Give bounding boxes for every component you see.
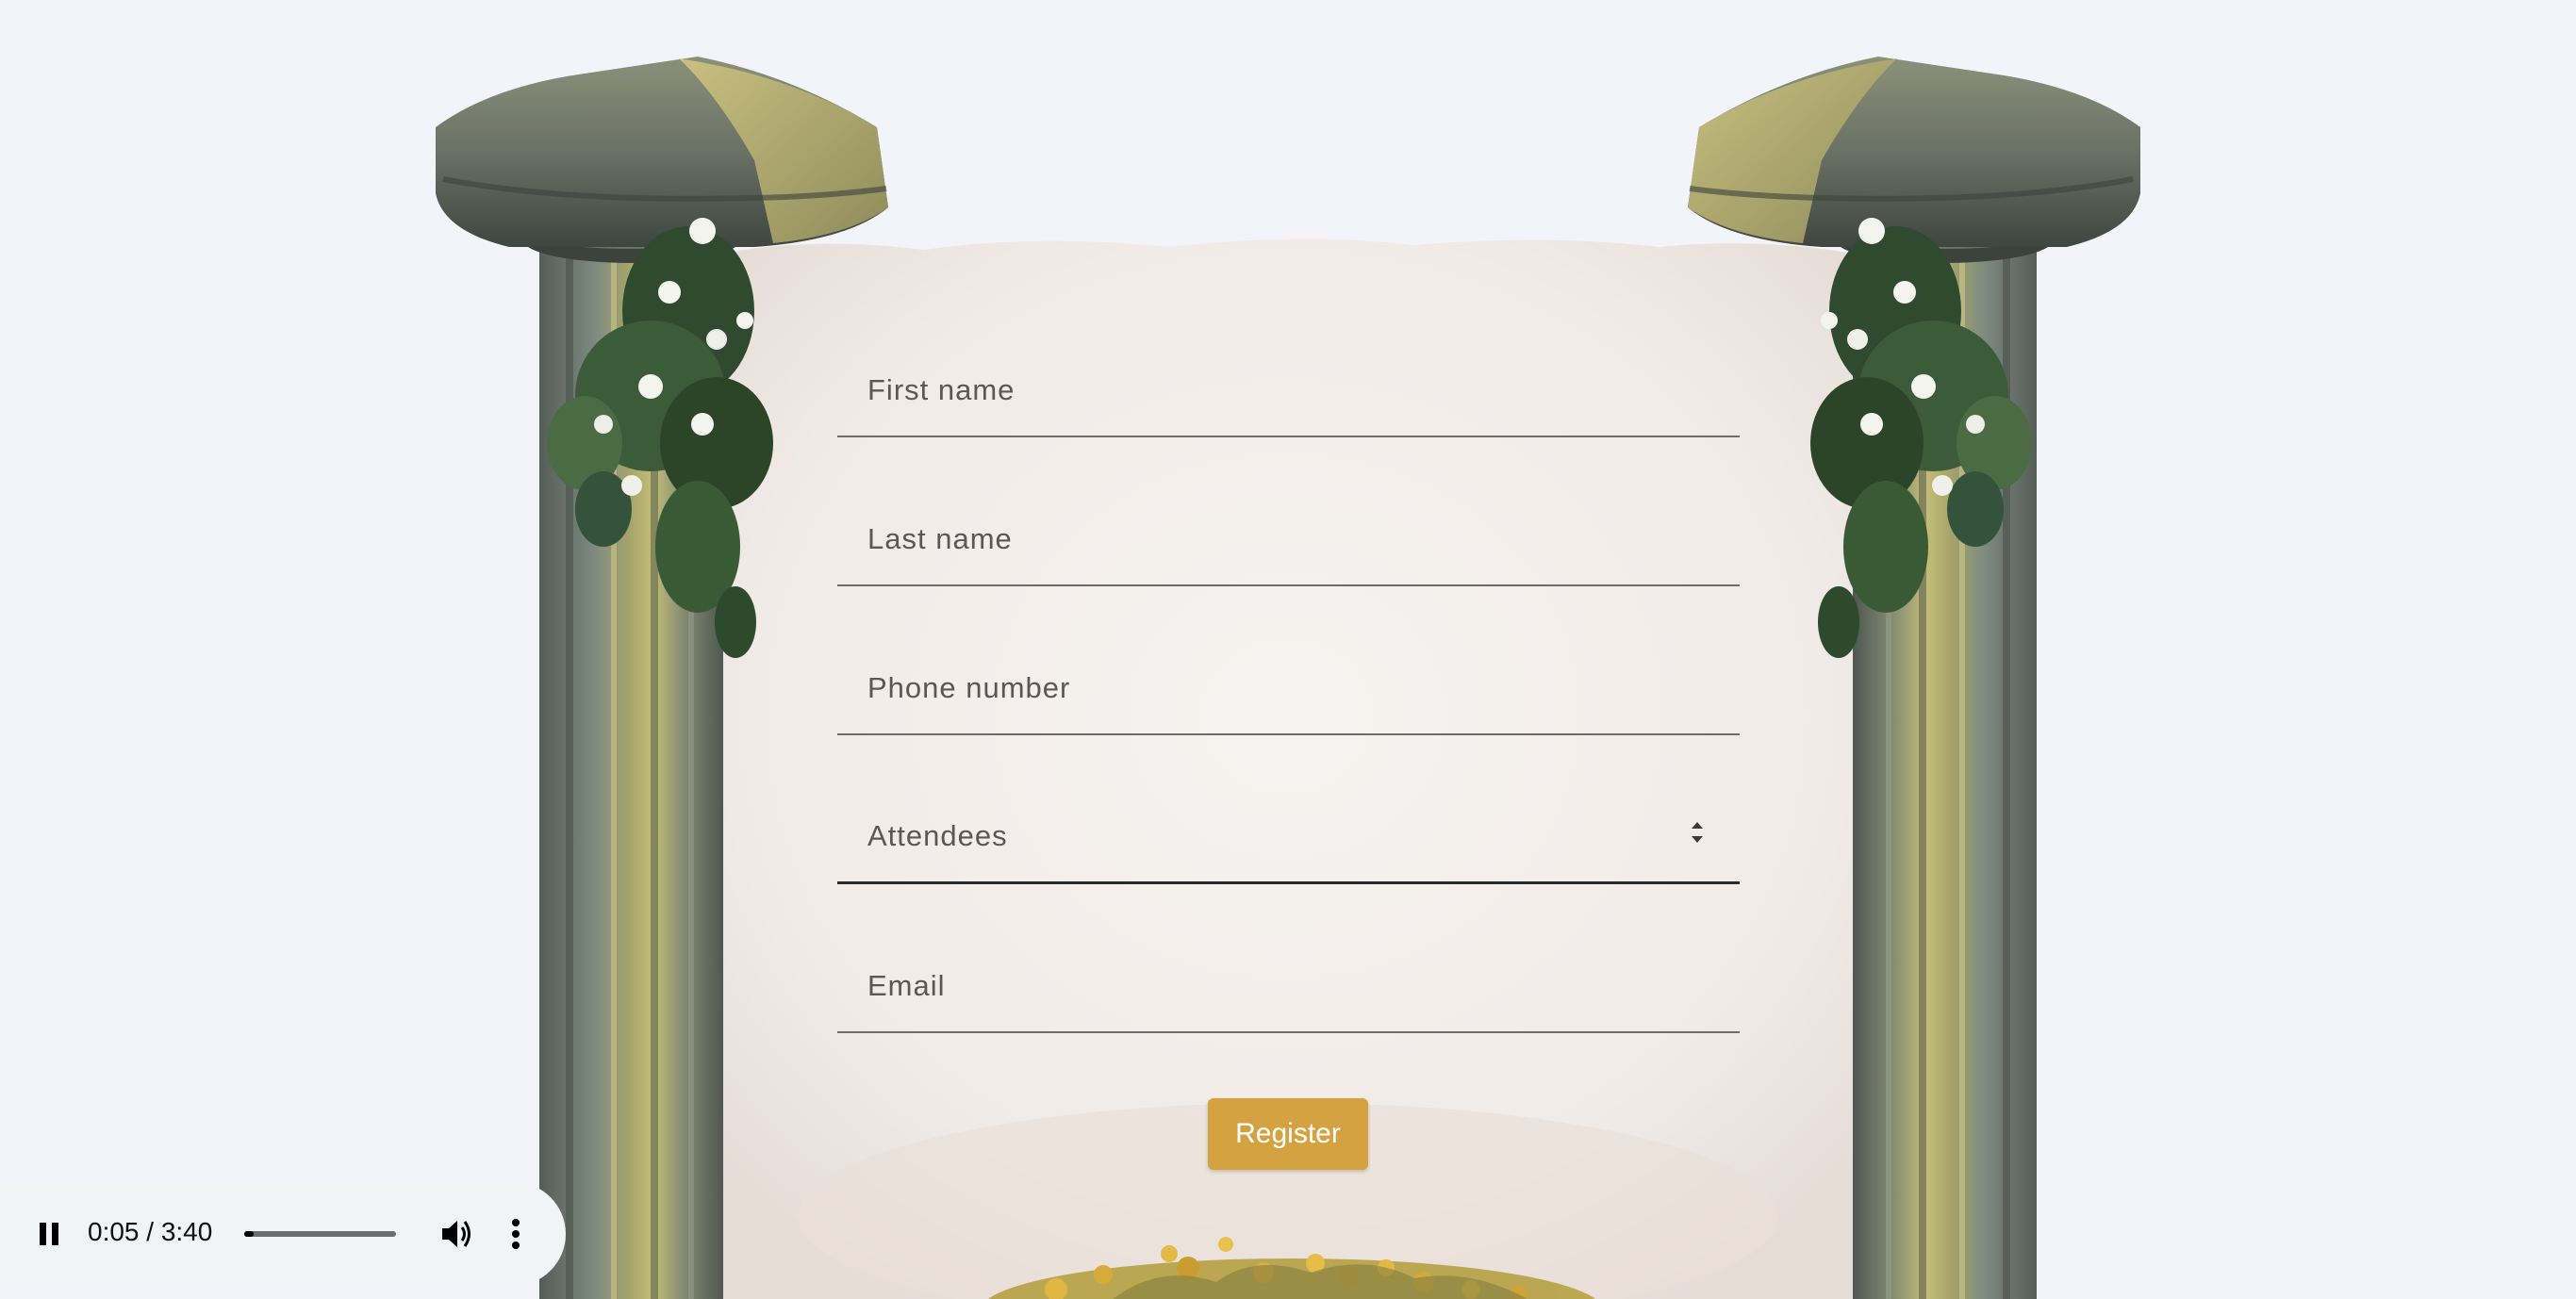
playback-time: 0:05 / 3:40 (88, 1217, 213, 1246)
email-input[interactable] (837, 940, 1740, 1031)
phone-number-input[interactable] (837, 642, 1740, 733)
audio-player: 0:05 / 3:40 (0, 1182, 566, 1286)
attendees-field-container (837, 791, 1740, 884)
seek-progress (244, 1231, 254, 1237)
register-button[interactable]: Register (1208, 1098, 1368, 1170)
pause-icon[interactable] (36, 1220, 62, 1248)
first-name-field-container (837, 344, 1740, 437)
last-name-field-container (837, 493, 1740, 586)
registration-form (837, 344, 1740, 1089)
page: Register 0:05 / 3:40 (0, 0, 2576, 1299)
seek-slider[interactable] (244, 1231, 396, 1237)
last-name-input[interactable] (837, 493, 1740, 584)
number-spinner-icon[interactable] (1687, 814, 1708, 851)
email-field-container (837, 940, 1740, 1033)
first-name-input[interactable] (837, 344, 1740, 436)
phone-field-container (837, 642, 1740, 735)
volume-icon[interactable] (438, 1216, 475, 1252)
attendees-input[interactable] (837, 791, 1740, 881)
more-options-icon[interactable] (505, 1216, 526, 1252)
